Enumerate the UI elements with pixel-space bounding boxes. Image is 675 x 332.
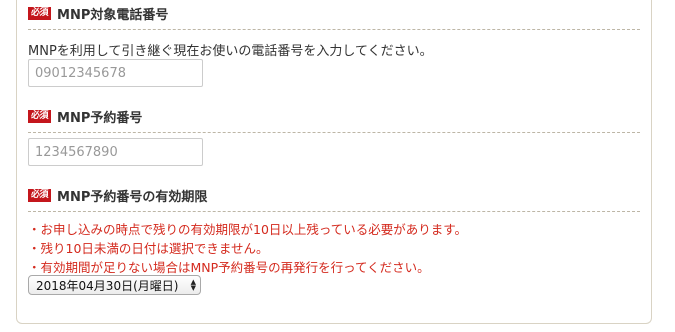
field-header-expiry-date: 必須 MNP予約番号の有効期限 — [28, 186, 640, 212]
field-header-reservation-number: 必須 MNP予約番号 — [28, 107, 640, 133]
phone-number-description: MNPを利用して引き継ぐ現在お使いの電話番号を入力してください。 — [28, 44, 433, 59]
field-title-reservation-number: MNP予約番号 — [57, 111, 143, 126]
reservation-number-input[interactable] — [28, 138, 203, 166]
required-badge: 必須 — [28, 189, 52, 202]
field-title-phone-number: MNP対象電話番号 — [57, 8, 169, 23]
expiry-warnings: ・お申し込みの時点で残りの有効期限が10日以上残っている必要があります。 ・残り… — [28, 220, 467, 277]
phone-number-input[interactable] — [28, 59, 203, 87]
expiry-date-selected-value: 2018年04月30日(月曜日) — [36, 278, 179, 293]
expiry-date-select[interactable]: 2018年04月30日(月曜日) ▲ ▼ — [28, 275, 201, 295]
warning-text: ・お申し込みの時点で残りの有効期限が10日以上残っている必要があります。 — [28, 222, 468, 237]
updown-arrows-icon: ▲ ▼ — [190, 278, 196, 292]
field-header-phone-number: 必須 MNP対象電話番号 — [28, 4, 640, 30]
warning-text: ・残り10日未満の日付は選択できません。 — [28, 241, 269, 256]
required-badge: 必須 — [28, 7, 52, 20]
required-badge: 必須 — [28, 110, 52, 123]
field-title-expiry-date: MNP予約番号の有効期限 — [57, 190, 208, 205]
